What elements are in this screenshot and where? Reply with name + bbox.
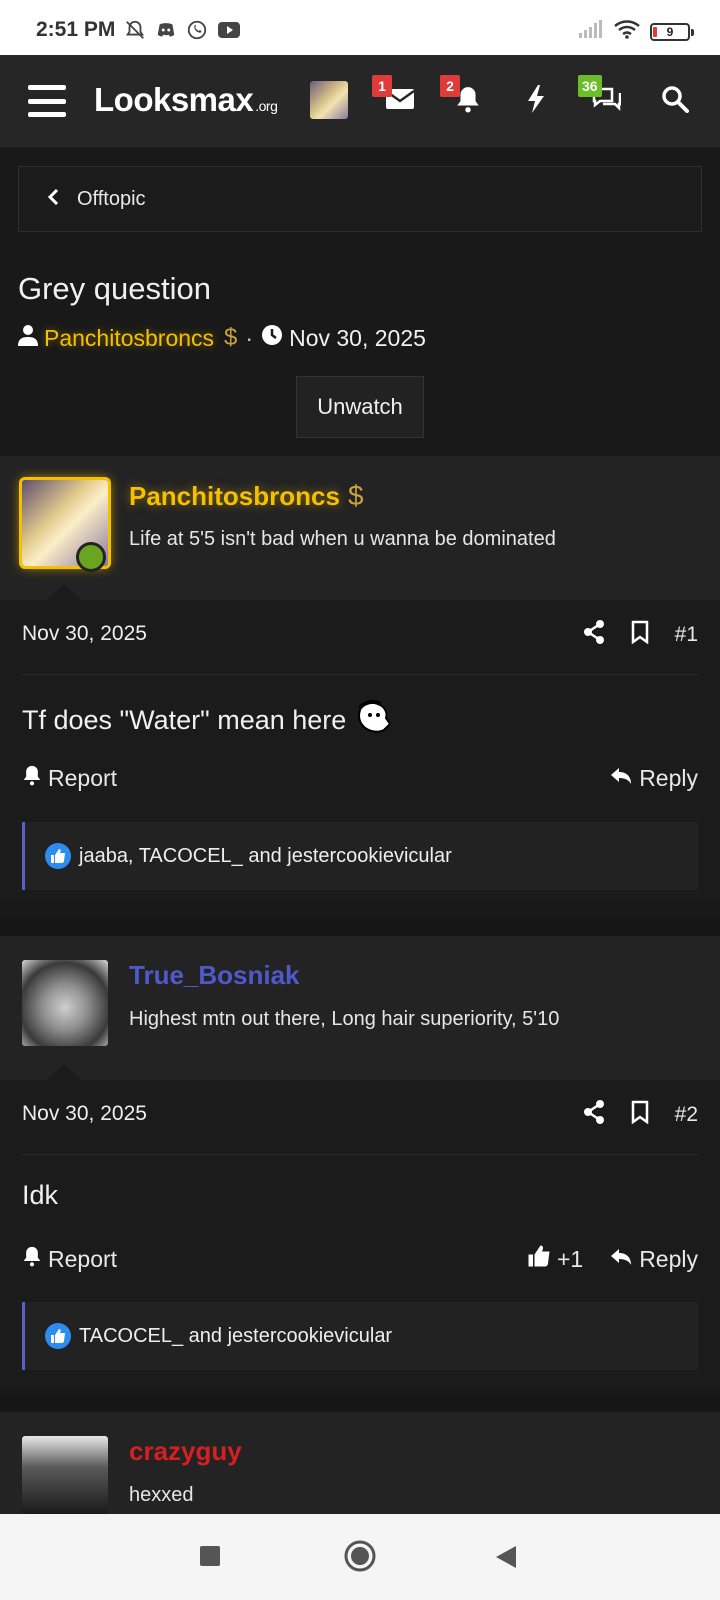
site-logo[interactable]: Looksmax .org [94, 81, 278, 119]
user-title: Highest mtn out there, Long hair superio… [129, 1008, 560, 1030]
bookmark-icon[interactable] [631, 1100, 649, 1130]
post-number[interactable]: #2 [675, 1103, 698, 1127]
page-title: Grey question [18, 271, 211, 306]
bell-icon [22, 1245, 42, 1273]
post-author-link[interactable]: crazyguy [129, 1436, 242, 1467]
breadcrumb-label: Offtopic [77, 187, 146, 210]
chat-badge: 36 [578, 75, 602, 97]
post-header: Panchitosbroncs $ Life at 5'5 isn't bad … [0, 456, 720, 600]
system-navigation-bar [0, 1514, 720, 1600]
reply-button[interactable]: Reply [609, 765, 698, 792]
battery-icon: 9 [650, 22, 694, 41]
online-indicator [76, 542, 106, 572]
like-button[interactable]: +1 [527, 1244, 583, 1274]
menu-icon[interactable] [28, 85, 66, 117]
lightning-icon [525, 84, 547, 119]
clock-icon [261, 324, 283, 352]
post-header: crazyguy hexxed [0, 1412, 720, 1514]
chevron-left-icon [47, 188, 59, 211]
thread-date[interactable]: Nov 30, 2025 [289, 325, 426, 352]
avatar[interactable] [22, 1436, 108, 1514]
post-date[interactable]: Nov 30, 2025 [22, 622, 147, 646]
back-button[interactable] [494, 1544, 518, 1575]
discord-icon [155, 19, 177, 46]
reactions-list: jaaba, TACOCEL_ and jestercookievicular [79, 844, 452, 867]
search-button[interactable] [655, 81, 695, 121]
thread-meta: Panchitosbroncs $ · Nov 30, 2025 [18, 324, 426, 352]
post-body: Nov 30, 2025 #2 Idk Report +1 Reply TACO… [0, 1080, 720, 1388]
user-title: hexxed [129, 1484, 194, 1506]
bell-icon [22, 764, 42, 792]
whatsapp-icon [186, 19, 208, 46]
dollar-icon: $ [224, 324, 238, 351]
status-bar: 2:51 PM 9 [0, 0, 720, 55]
recent-apps-button[interactable] [198, 1544, 222, 1573]
reactions-bar[interactable]: jaaba, TACOCEL_ and jestercookievicular [22, 822, 698, 890]
thumbs-up-icon [527, 1244, 551, 1274]
post-author-link[interactable]: Panchitosbroncs [129, 481, 340, 512]
like-icon [45, 843, 71, 869]
post-number[interactable]: #1 [675, 623, 698, 647]
face-emoji-icon [356, 699, 392, 741]
inbox-button[interactable]: 1 [372, 75, 420, 121]
status-time: 2:51 PM [36, 18, 116, 41]
chat-button[interactable]: 36 [578, 75, 626, 121]
dollar-icon: $ [347, 480, 364, 511]
post-body: Nov 30, 2025 #1 Tf does "Water" mean her… [0, 600, 720, 900]
thread-author-link[interactable]: Panchitosbroncs [44, 325, 214, 352]
post-header: True_Bosniak Highest mtn out there, Long… [0, 936, 720, 1080]
user-icon [18, 324, 38, 352]
signal-icon [578, 19, 604, 44]
post-message: Idk [22, 1180, 59, 1210]
alerts-button[interactable]: 2 [440, 75, 488, 121]
share-icon[interactable] [583, 1100, 605, 1130]
share-icon[interactable] [583, 620, 605, 650]
reply-icon [609, 1246, 633, 1273]
whats-new-button[interactable] [516, 81, 556, 121]
bell-off-icon [124, 19, 146, 46]
like-icon [45, 1323, 71, 1349]
search-icon [661, 85, 689, 118]
reply-button[interactable]: Reply [609, 1246, 698, 1273]
youtube-icon [217, 19, 241, 46]
unwatch-button[interactable]: Unwatch [296, 376, 424, 438]
reply-icon [609, 765, 633, 792]
alerts-badge: 2 [440, 75, 460, 97]
home-button[interactable] [344, 1540, 376, 1577]
breadcrumb[interactable]: Offtopic [18, 166, 702, 232]
user-avatar[interactable] [310, 81, 348, 119]
inbox-badge: 1 [372, 75, 392, 97]
reactions-list: TACOCEL_ and jestercookievicular [79, 1324, 393, 1347]
avatar[interactable] [22, 960, 108, 1046]
report-button[interactable]: Report [22, 764, 117, 792]
top-navbar: Looksmax .org 1 2 36 [0, 55, 720, 147]
post-author-link[interactable]: True_Bosniak [129, 960, 300, 991]
report-button[interactable]: Report [22, 1245, 117, 1273]
reactions-bar[interactable]: TACOCEL_ and jestercookievicular [22, 1302, 698, 1370]
wifi-icon [614, 19, 640, 44]
post-message: Tf does "Water" mean here [22, 699, 392, 741]
bookmark-icon[interactable] [631, 620, 649, 650]
user-title: Life at 5'5 isn't bad when u wanna be do… [129, 528, 556, 550]
post-date[interactable]: Nov 30, 2025 [22, 1102, 147, 1126]
